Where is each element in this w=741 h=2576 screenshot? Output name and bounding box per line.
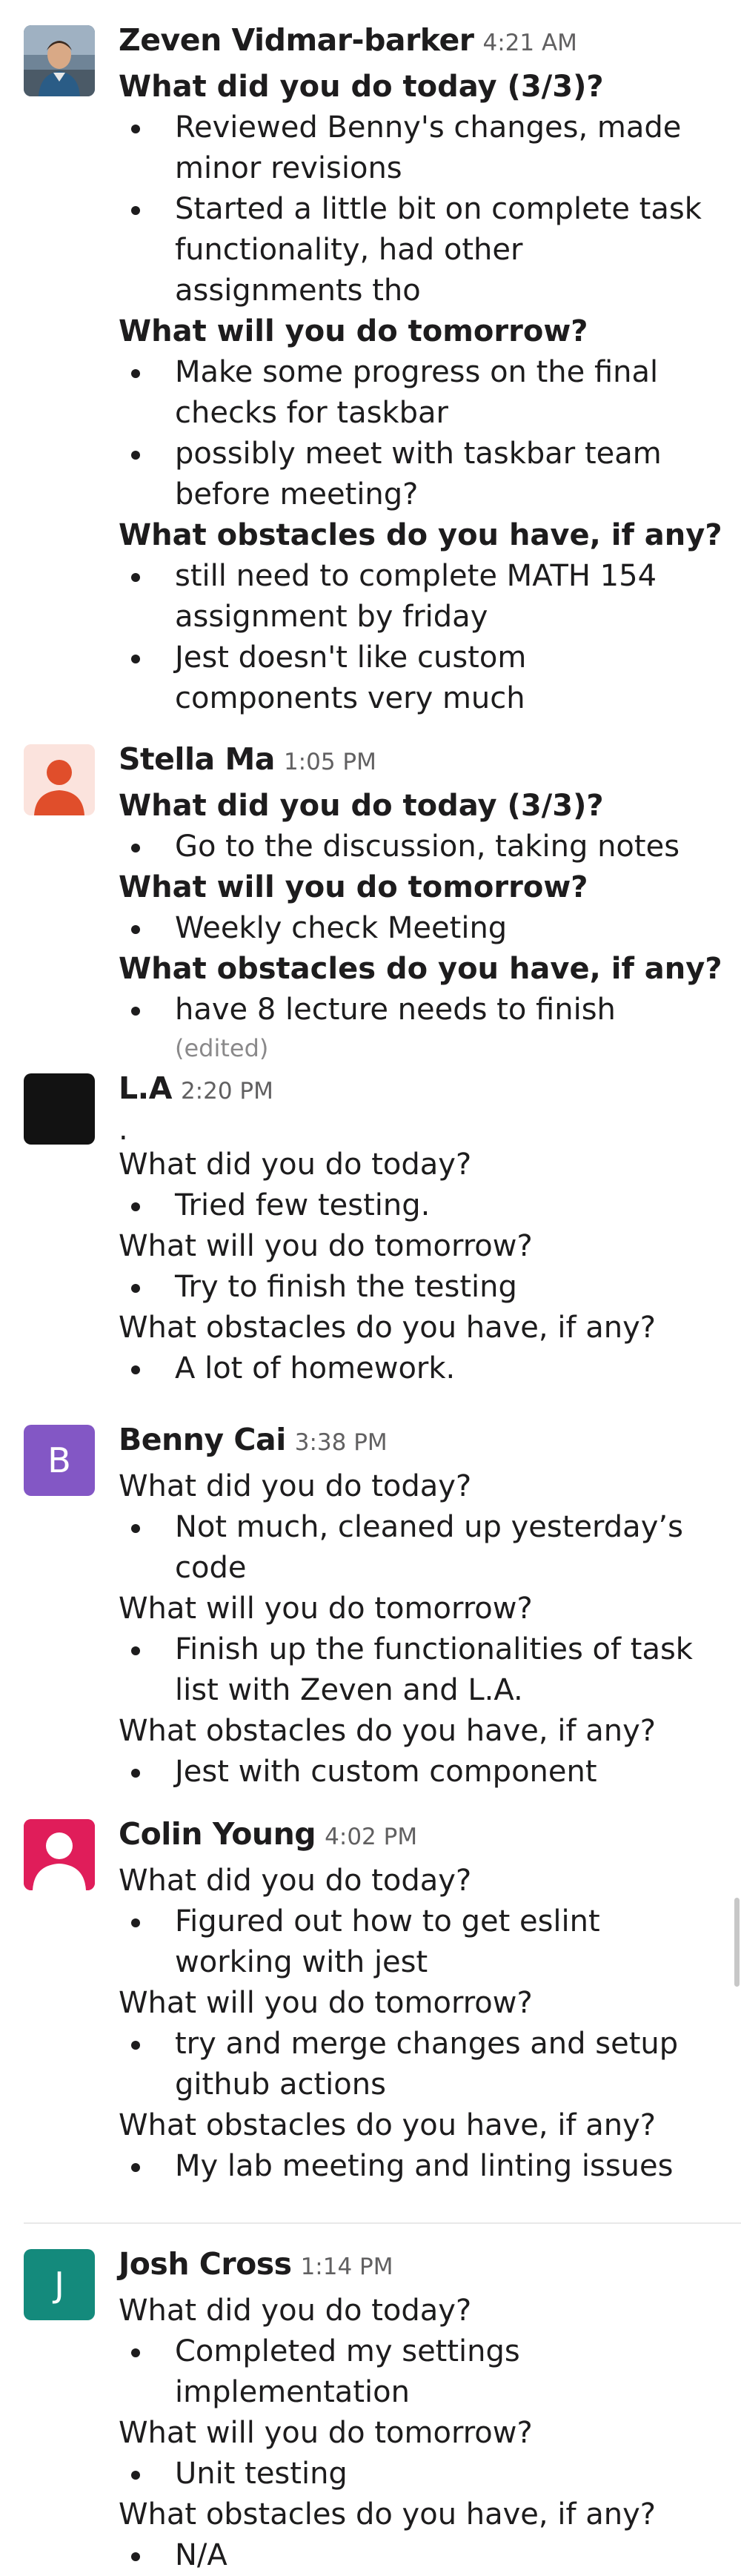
timestamp[interactable]: 1:14 PM: [301, 2254, 393, 2280]
question: What did you do today?: [119, 1148, 472, 1182]
question: What did you do today?: [119, 2294, 472, 2328]
avatar-colin[interactable]: [24, 1819, 95, 1890]
avatar-benny[interactable]: B: [24, 1425, 95, 1496]
question: What will you do tomorrow?: [119, 870, 588, 904]
question: What obstacles do you have, if any?: [119, 1714, 657, 1748]
question: What will you do tomorrow?: [119, 1229, 533, 1263]
list-item: Not much, cleaned up yesterday’s code: [119, 1507, 711, 1589]
author-name[interactable]: Josh Cross: [119, 2246, 292, 2282]
list-item: possibly meet with taskbar team before m…: [119, 434, 711, 515]
list-item: Jest doesn't like custom components very…: [119, 638, 711, 719]
author-name[interactable]: Stella Ma: [119, 741, 275, 777]
list-item: Go to the discussion, taking notes: [119, 827, 711, 867]
avatar-zeven[interactable]: [24, 25, 95, 96]
list-item: Completed my settings implementation: [119, 2331, 711, 2413]
list-item: N/A: [119, 2535, 711, 2576]
timestamp[interactable]: 2:20 PM: [181, 1078, 273, 1105]
avatar-josh[interactable]: J: [24, 2249, 95, 2320]
edited-label: (edited): [175, 1034, 269, 1062]
list-item: Make some progress on the final checks f…: [119, 352, 711, 434]
avatar-letter: B: [47, 1440, 71, 1480]
list-item: Try to finish the testing: [119, 1267, 711, 1308]
list-item: Jest with custom component: [119, 1752, 711, 1792]
list-item: A lot of homework.: [119, 1348, 711, 1389]
author-name[interactable]: Benny Cai: [119, 1422, 286, 1457]
list-item: try and merge changes and setup github a…: [119, 2024, 711, 2105]
default-person-icon: [24, 744, 95, 815]
message-divider: [24, 2222, 741, 2224]
avatar-stella[interactable]: [24, 744, 95, 815]
list-item: still need to complete MATH 154 assignme…: [119, 556, 711, 638]
avatar-letter: J: [54, 2265, 64, 2305]
list-item: Figured out how to get eslint working wi…: [119, 1901, 711, 1983]
author-name[interactable]: L.A: [119, 1070, 172, 1106]
timestamp[interactable]: 3:38 PM: [295, 1429, 388, 1456]
default-person-icon: [24, 1819, 95, 1890]
timestamp[interactable]: 1:05 PM: [284, 749, 376, 775]
question: What did you do today (3/3)?: [119, 789, 604, 823]
list-item: Finish up the functionalities of task li…: [119, 1629, 711, 1711]
question: What obstacles do you have, if any?: [119, 2108, 657, 2142]
message-preamble: .: [119, 1113, 128, 1147]
author-name[interactable]: Zeven Vidmar-barker: [119, 22, 474, 58]
list-item: Started a little bit on complete task fu…: [119, 189, 711, 311]
question: What did you do today (3/3)?: [119, 70, 604, 104]
list-item: Weekly check Meeting: [119, 908, 711, 949]
question: What will you do tomorrow?: [119, 2416, 533, 2450]
question: What obstacles do you have, if any?: [119, 1311, 657, 1345]
scrollbar[interactable]: [734, 1898, 740, 1987]
author-name[interactable]: Colin Young: [119, 1816, 316, 1852]
list-item: Tried few testing.: [119, 1185, 711, 1226]
question: What will you do tomorrow?: [119, 1986, 533, 2020]
question: What did you do today?: [119, 1469, 472, 1503]
timestamp[interactable]: 4:21 AM: [483, 30, 577, 56]
avatar-la[interactable]: [24, 1073, 95, 1145]
timestamp[interactable]: 4:02 PM: [325, 1824, 417, 1850]
question: What obstacles do you have, if any?: [119, 2497, 657, 2532]
question: What obstacles do you have, if any?: [119, 952, 722, 986]
list-item: Unit testing: [119, 2454, 711, 2494]
question: What obstacles do you have, if any?: [119, 518, 722, 552]
list-item: Reviewed Benny's changes, made minor rev…: [119, 107, 711, 189]
list-item: My lab meeting and linting issues: [119, 2146, 711, 2187]
profile-photo-icon: [24, 25, 95, 96]
question: What will you do tomorrow?: [119, 1592, 533, 1626]
question: What will you do tomorrow?: [119, 314, 588, 348]
list-item: have 8 lecture needs to finish: [119, 990, 711, 1030]
question: What did you do today?: [119, 1864, 472, 1898]
